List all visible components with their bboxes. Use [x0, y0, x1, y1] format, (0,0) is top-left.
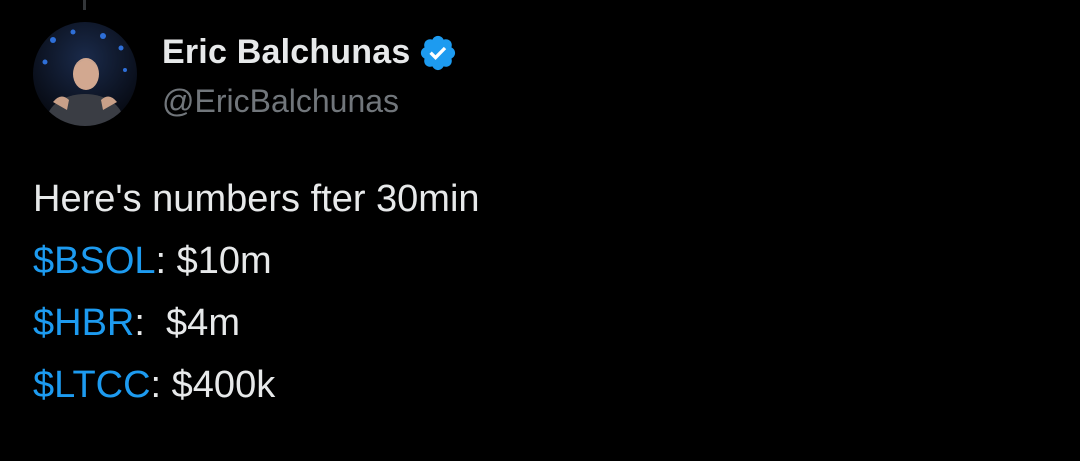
tweet-line-hbr: $HBR: $4m — [33, 292, 480, 354]
avatar[interactable] — [33, 22, 137, 126]
cashtag-value: : $4m — [134, 302, 240, 344]
tweet-line-ltcc: $LTCC: $400k — [33, 354, 480, 416]
name-row: Eric Balchunas — [162, 29, 458, 77]
cashtag-link[interactable]: $HBR — [33, 302, 134, 344]
tweet-intro-line: Here's numbers fter 30min — [33, 178, 480, 220]
tweet-header: Eric Balchunas @EricBalchunas — [33, 22, 458, 126]
author-handle[interactable]: @EricBalchunas — [162, 83, 458, 120]
cashtag-link[interactable]: $BSOL — [33, 240, 156, 282]
profile-photo-icon — [33, 22, 137, 126]
cashtag-value: : $400k — [150, 364, 276, 406]
cashtag-link[interactable]: $LTCC — [33, 364, 151, 406]
tweet-text: Here's numbers fter 30min $BSOL: $10m $H… — [33, 168, 480, 416]
author-names: Eric Balchunas @EricBalchunas — [162, 29, 458, 120]
thread-connector-line — [83, 0, 86, 10]
verified-badge-icon[interactable] — [418, 33, 458, 73]
author-display-name[interactable]: Eric Balchunas — [162, 33, 410, 72]
tweet-line-bsol: $BSOL: $10m — [33, 230, 480, 292]
cashtag-value: : $10m — [155, 240, 272, 282]
